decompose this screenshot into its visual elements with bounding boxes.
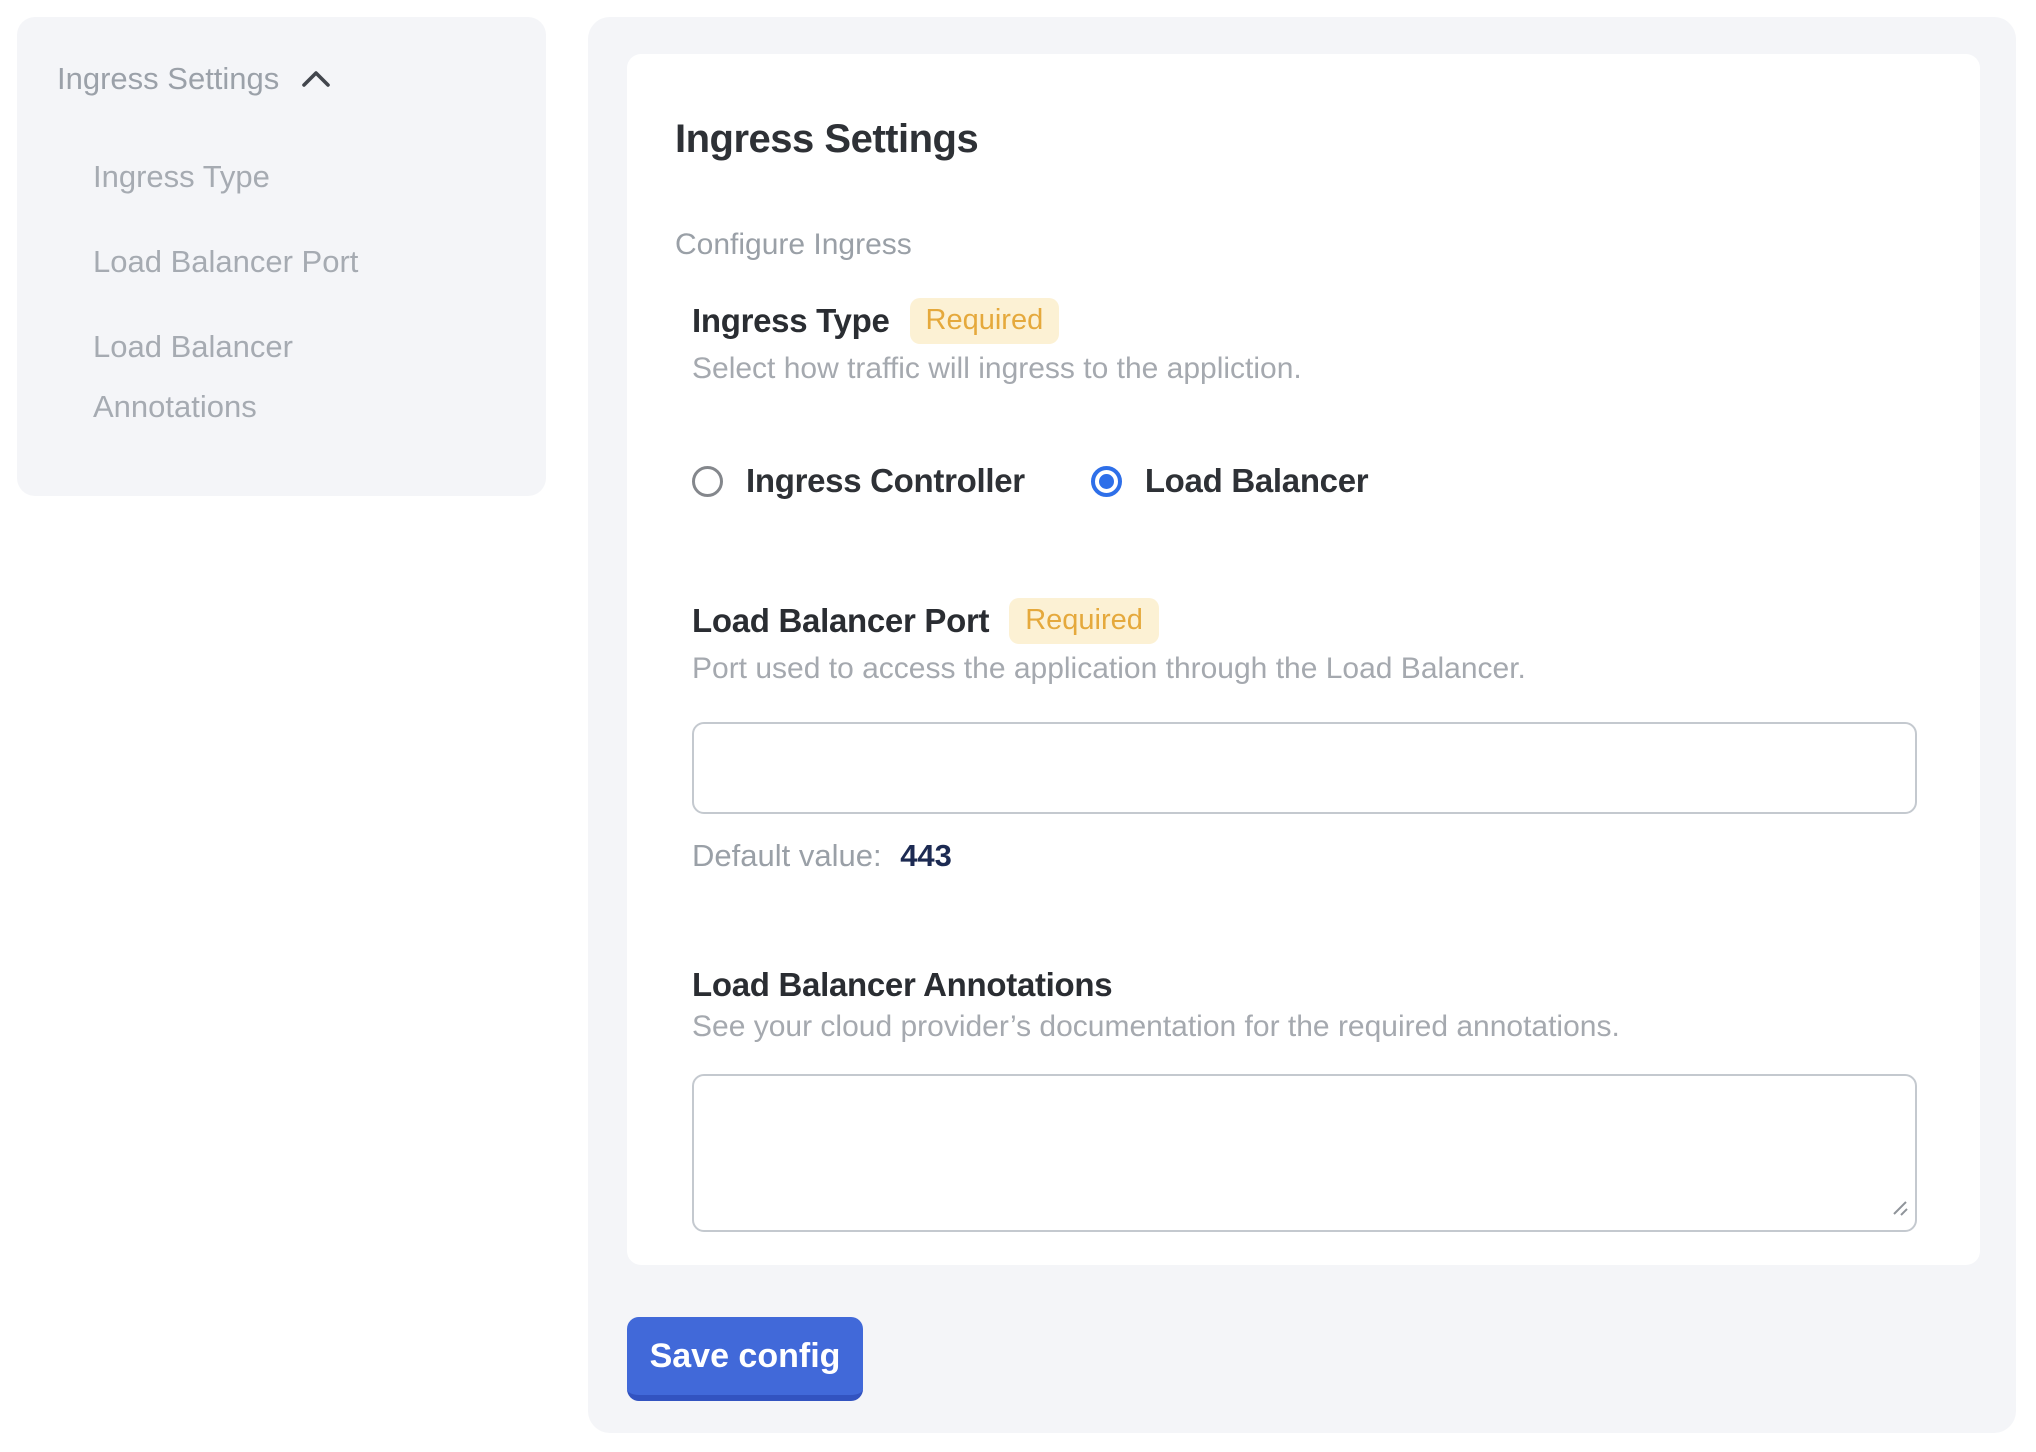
- radio-ingress-controller[interactable]: Ingress Controller: [692, 462, 1025, 500]
- load-balancer-annotations-textarea[interactable]: [692, 1074, 1917, 1232]
- ingress-settings-card: Ingress Settings Configure Ingress Ingre…: [627, 54, 1980, 1265]
- ingress-type-options: Ingress Controller Load Balancer: [692, 462, 1917, 500]
- load-balancer-annotations-label: Load Balancer Annotations: [692, 968, 1112, 1002]
- page: Ingress Settings Ingress Type Load Balan…: [0, 0, 2036, 1452]
- required-badge: Required: [1009, 598, 1159, 644]
- radio-dot: [1099, 474, 1114, 489]
- default-value-row: Default value: 443: [692, 840, 1917, 872]
- ingress-type-label: Ingress Type: [692, 304, 890, 338]
- page-title: Ingress Settings: [675, 114, 1917, 164]
- resize-handle-icon[interactable]: [1886, 1194, 1910, 1223]
- section-load-balancer-port: Load Balancer Port Required Port used to…: [692, 598, 1917, 872]
- save-config-button[interactable]: Save config: [627, 1317, 863, 1401]
- chevron-up-icon: [301, 70, 331, 93]
- nav-item-ingress-type[interactable]: Ingress Type: [93, 147, 423, 207]
- section-load-balancer-annotations: Load Balancer Annotations See your cloud…: [692, 968, 1917, 1232]
- nav-items: Ingress Type Load Balancer Port Load Bal…: [93, 147, 518, 437]
- radio-ingress-controller-label[interactable]: Ingress Controller: [746, 462, 1025, 500]
- annotations-textarea-wrap: [692, 1074, 1917, 1232]
- page-subtitle: Configure Ingress: [675, 230, 1917, 260]
- radio-load-balancer[interactable]: Load Balancer: [1091, 462, 1369, 500]
- nav-group-ingress-settings[interactable]: Ingress Settings: [57, 61, 518, 97]
- load-balancer-port-label: Load Balancer Port: [692, 604, 989, 638]
- nav-item-load-balancer-port[interactable]: Load Balancer Port: [93, 232, 423, 292]
- default-value-number: 443: [900, 838, 952, 873]
- settings-nav: Ingress Settings Ingress Type Load Balan…: [17, 17, 546, 496]
- load-balancer-port-description: Port used to access the application thro…: [692, 654, 1917, 684]
- nav-item-load-balancer-annotations[interactable]: Load Balancer Annotations: [93, 317, 423, 437]
- radio-load-balancer-label[interactable]: Load Balancer: [1145, 462, 1369, 500]
- radio-checked-icon[interactable]: [1091, 466, 1122, 497]
- ingress-type-description: Select how traffic will ingress to the a…: [692, 354, 1917, 384]
- radio-unchecked-icon[interactable]: [692, 466, 723, 497]
- load-balancer-port-input[interactable]: [692, 722, 1917, 814]
- load-balancer-annotations-description: See your cloud provider’s documentation …: [692, 1012, 1917, 1042]
- settings-panel: Ingress Settings Configure Ingress Ingre…: [588, 17, 2016, 1433]
- default-value-label: Default value:: [692, 838, 882, 873]
- required-badge: Required: [910, 298, 1060, 344]
- section-ingress-type: Ingress Type Required Select how traffic…: [692, 298, 1917, 500]
- nav-group-label: Ingress Settings: [57, 61, 279, 97]
